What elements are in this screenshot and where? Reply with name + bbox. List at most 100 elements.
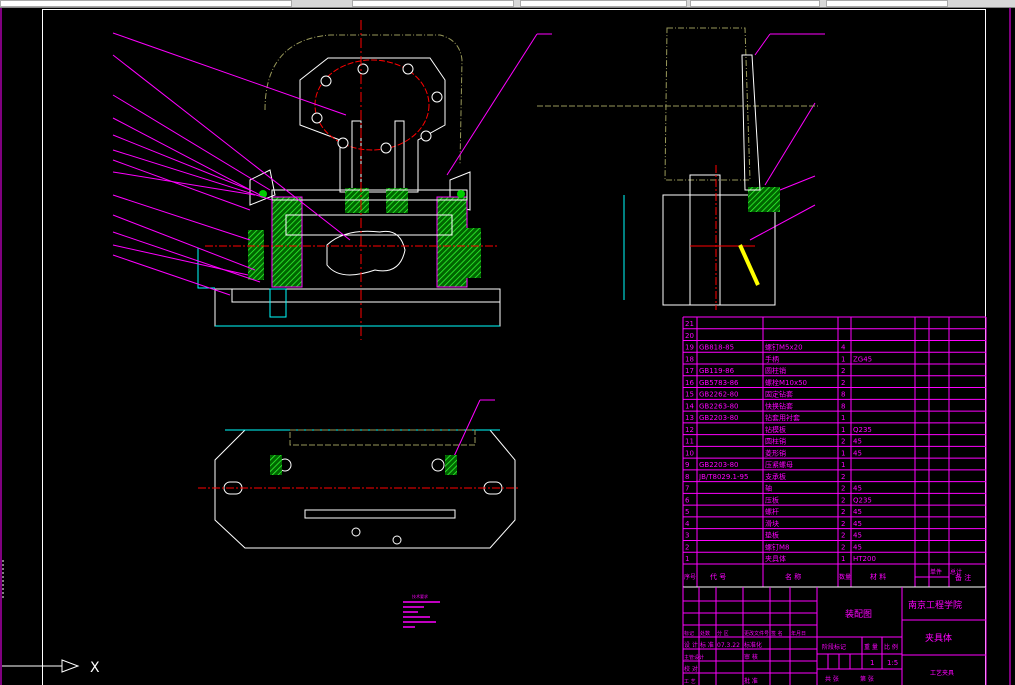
title-block: 装配图 南京工程学院夹具体工艺夹具 阶段标记 重 量比 例 1 1:5 共 张 第 张 标记 处数… xyxy=(682,586,987,685)
bom-material: 45 xyxy=(853,449,862,457)
toolbar-field[interactable] xyxy=(352,0,514,7)
toolbar-field[interactable] xyxy=(0,0,292,7)
process-label: 工 艺 xyxy=(684,679,696,685)
weight-label: 重 量 xyxy=(864,643,878,651)
bom-name: 圆柱销 xyxy=(765,366,786,375)
bom-name: 固定钻套 xyxy=(765,390,793,399)
qty-value: 1 xyxy=(870,659,874,667)
bom-material: 45 xyxy=(853,532,862,540)
bom-no: 19 xyxy=(685,344,694,352)
bom-no: 13 xyxy=(685,414,694,422)
bom-row: 10 菱形销 1 45 xyxy=(685,448,862,457)
approve-label: 批 准 xyxy=(744,677,758,685)
bom-row: 17 GB119-86 圆柱销 2 xyxy=(685,366,845,375)
bom-no: 10 xyxy=(685,449,694,457)
bom-no: 8 xyxy=(685,473,689,481)
header-qty: 数量 xyxy=(839,573,851,581)
scale-value: 1:5 xyxy=(887,659,898,667)
bom-row: 20 xyxy=(685,332,694,340)
bom-no: 4 xyxy=(685,520,690,528)
toolbar-field[interactable] xyxy=(690,0,820,7)
ucs-icon: X xyxy=(2,560,100,676)
bom-no: 1 xyxy=(685,555,689,563)
drawing-canvas[interactable]: 技术要求 212019 GB818-85 螺钉M5x20 418 手柄 1 ZG4517 GB… xyxy=(0,8,1015,685)
bom-no: 17 xyxy=(685,367,694,375)
bom-row: 4 滑块 2 45 xyxy=(685,519,862,528)
bom-material: 45 xyxy=(853,543,862,551)
top-view xyxy=(198,429,520,549)
toolbar-field[interactable] xyxy=(826,0,948,7)
rev-header: 年月日 xyxy=(791,630,806,637)
bom-no: 7 xyxy=(685,485,689,493)
header-material: 材 料 xyxy=(870,572,886,581)
bom-row: 7 轴 2 45 xyxy=(685,484,862,493)
chief-label: 主管设计 xyxy=(684,654,704,661)
bom-name: 螺钉M8 xyxy=(765,542,790,551)
bom-qty: 2 xyxy=(841,367,845,375)
bom-no: 14 xyxy=(685,402,694,410)
bom-row: 6 压板 2 Q235 xyxy=(685,495,872,504)
bom-code: GB2262-80 xyxy=(699,391,738,399)
bom-row: 21 xyxy=(685,320,694,328)
bom-row: 12 钻模板 1 Q235 xyxy=(685,425,872,434)
bom-name: 螺钉M5x20 xyxy=(765,343,803,352)
bom-name: 钻套用衬套 xyxy=(765,413,800,422)
bom-code: GB5783-86 xyxy=(699,379,739,387)
bom-code: JB/T8029.1-95 xyxy=(698,473,748,481)
header-remark: 备 注 xyxy=(955,573,971,582)
bom-no: 18 xyxy=(685,355,694,363)
review-label: 审 核 xyxy=(744,653,758,661)
notes-title: 技术要求 xyxy=(412,593,428,599)
bom-name: 滑块 xyxy=(765,519,779,528)
check-label: 校 对 xyxy=(684,665,698,673)
bom-row: 1 夹具体 1 HT200 xyxy=(685,554,876,563)
bom-name: 支承板 xyxy=(765,472,786,481)
bom-code: GB2203-80 xyxy=(699,414,738,422)
bom-qty: 2 xyxy=(841,543,845,551)
bom-table: 212019 GB818-85 螺钉M5x20 418 手柄 1 ZG4517 GB119-8… xyxy=(682,316,987,587)
design-label: 设 计 xyxy=(684,641,698,649)
bom-no: 9 xyxy=(685,461,689,469)
bom-no: 16 xyxy=(685,379,694,387)
drawing-name: 装配图 xyxy=(845,608,872,620)
header-no: 序号 xyxy=(684,573,696,581)
bom-row: 14 GB2263-80 快换钻套 8 xyxy=(685,401,845,410)
bom-qty: 2 xyxy=(841,508,845,516)
bom-material: 45 xyxy=(853,520,862,528)
bom-name: 快换钻套 xyxy=(765,401,793,410)
rev-header: 标记 xyxy=(684,630,694,637)
bom-name: 垫板 xyxy=(765,531,779,540)
bom-no: 21 xyxy=(685,320,694,328)
sheet-count: 共 张 xyxy=(825,675,839,683)
side-view xyxy=(537,27,818,310)
school-name: 南京工程学院 xyxy=(908,599,962,611)
bom-no: 11 xyxy=(685,438,694,446)
bom-name: 手柄 xyxy=(765,354,779,363)
bom-row: 13 GB2203-80 钻套用衬套 1 xyxy=(685,413,845,422)
bom-no: 20 xyxy=(685,332,694,340)
bom-material: Q235 xyxy=(853,496,872,504)
bom-code: GB2203-80 xyxy=(699,461,738,469)
bom-no: 6 xyxy=(685,496,690,504)
bom-name: 螺栓M10x50 xyxy=(765,378,807,387)
bom-row: 16 GB5783-86 螺栓M10x50 2 xyxy=(685,378,845,387)
front-view xyxy=(197,20,501,340)
toolbar-field[interactable] xyxy=(520,0,687,7)
bom-qty: 1 xyxy=(841,355,845,363)
bom-qty: 4 xyxy=(841,344,846,352)
header-name: 名 称 xyxy=(785,572,801,581)
bom-no: 15 xyxy=(685,391,694,399)
bom-name: 夹具体 xyxy=(765,554,786,563)
rev-header: 更改文件号 xyxy=(744,630,769,637)
bom-row: 8 JB/T8029.1-95 支承板 2 xyxy=(685,472,845,481)
bom-code: GB119-86 xyxy=(699,367,735,375)
bom-qty: 2 xyxy=(841,520,845,528)
bom-material: ZG45 xyxy=(853,355,872,363)
bom-qty: 8 xyxy=(841,402,845,410)
bom-material: 45 xyxy=(853,438,862,446)
standard-label: 标 准 xyxy=(700,641,714,649)
bom-no: 3 xyxy=(685,532,689,540)
rev-header: 签 名 xyxy=(771,630,783,637)
screen-edges xyxy=(0,8,1011,685)
design-date: 07.3.22 xyxy=(717,642,740,649)
